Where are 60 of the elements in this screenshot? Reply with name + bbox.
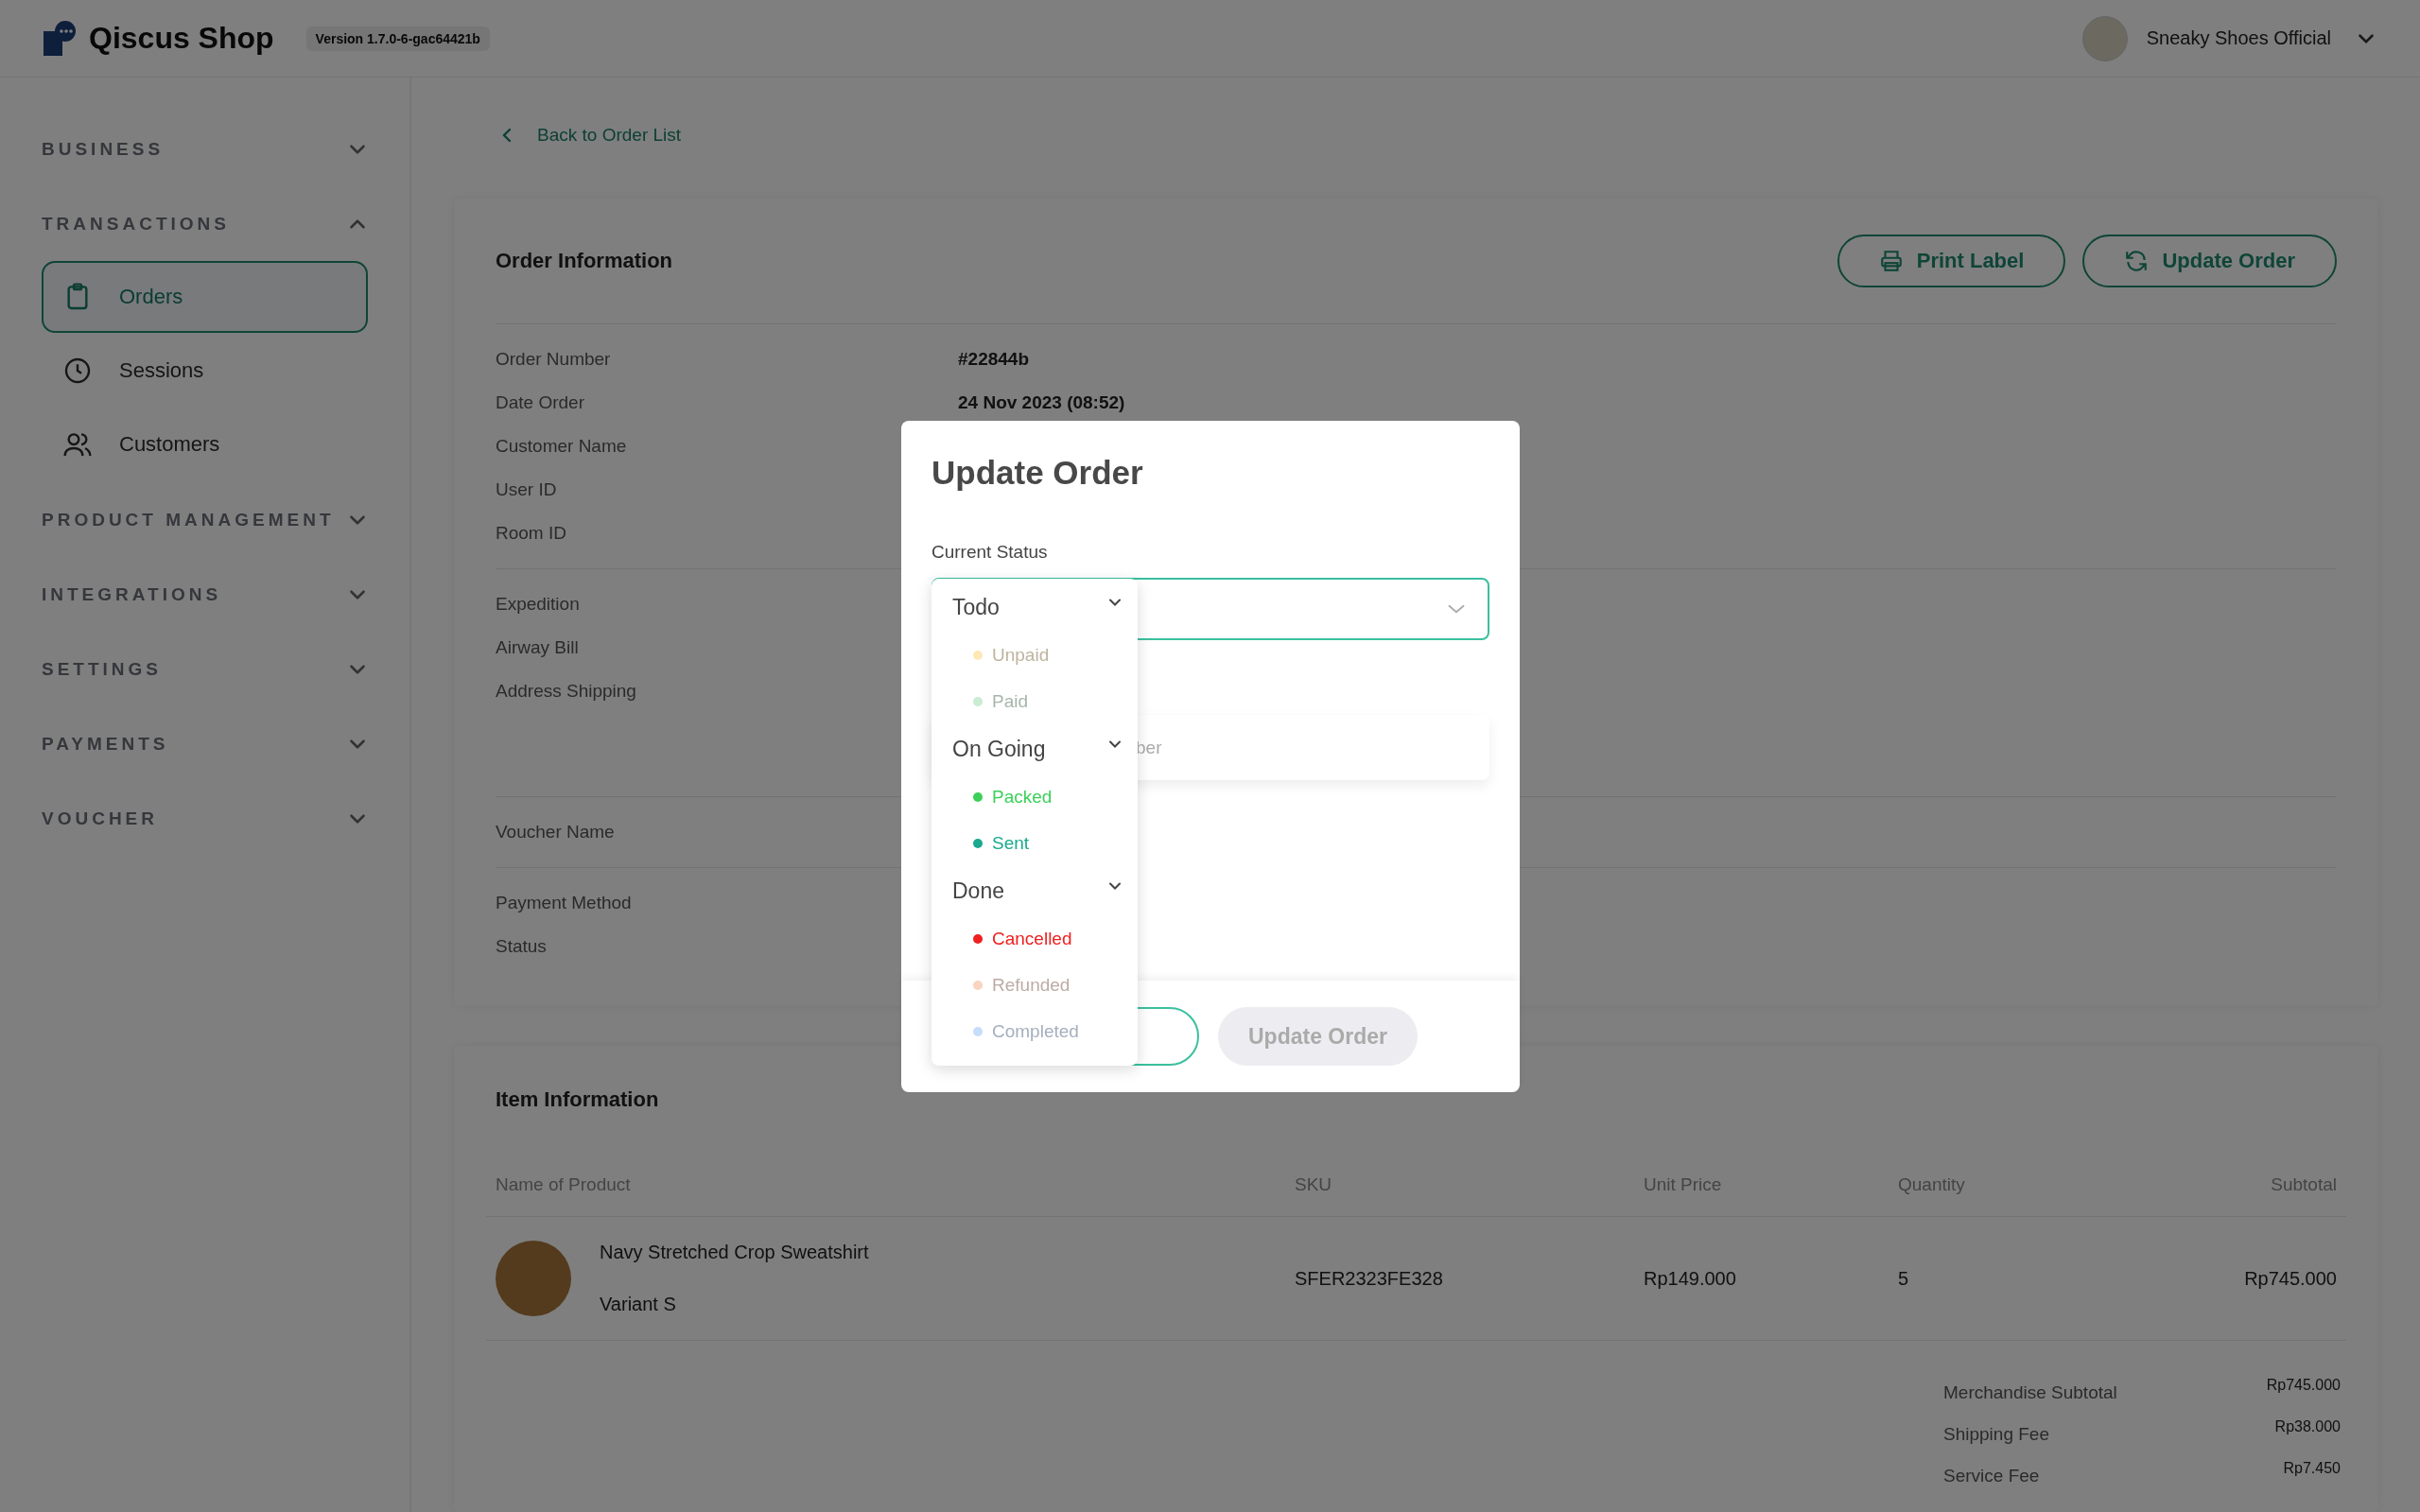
product-name: Navy Stretched Crop Sweatshirt [600,1242,869,1263]
printer-icon [1878,249,1904,273]
field-value: #22844b [958,349,1029,370]
dialog-title: Update Order [931,453,1144,493]
column-header: Quantity [1898,1174,1966,1195]
product-variant: Variant S [600,1294,677,1315]
summary-value: Rp7.450 [2282,1460,2341,1478]
sidebar-section[interactable]: VOUCHER [42,808,158,829]
field-label: Expedition [496,594,581,615]
sidebar-section[interactable]: PRODUCT MANAGEMENT [42,509,335,530]
summary-label: Shipping Fee [1943,1424,2050,1445]
sidebar-section[interactable]: INTEGRATIONS [42,583,222,605]
sidebar-item[interactable]: Sessions [42,335,368,407]
column-header: Unit Price [1644,1174,1723,1195]
field-label: Current Status [931,542,1049,563]
status-group[interactable]: Done [952,878,1004,904]
sidebar-section[interactable]: BUSINESS [42,138,165,160]
column-header: Subtotal [2270,1174,2337,1195]
summary-label: Service Fee [1943,1466,2041,1486]
field-label: Date Order [496,392,585,413]
field-value: 24 Nov 2023 (08:52) [958,392,1125,413]
column-header: Name of Product [496,1174,632,1195]
summary-value: Rp38.000 [2273,1418,2341,1436]
summary-value: Rp745.000 [2265,1377,2341,1395]
status-group[interactable]: On Going [952,736,1046,762]
field-label: Order Number [496,349,612,370]
field-label: User ID [496,479,558,500]
field-label: Voucher Name [496,822,616,843]
card-title: Order Information [496,249,672,273]
field-label: Room ID [496,523,567,544]
refresh-icon [2124,249,2150,273]
status-option[interactable]: Sent [992,832,1030,854]
back-link[interactable]: Back to Order List [537,125,682,146]
sidebar-section[interactable]: SETTINGS [42,658,162,680]
version-badge: Version 1.7.0-6-gac64421b [305,26,490,51]
table-cell-text: 5 [1898,1267,1910,1290]
sidebar-section[interactable]: TRANSACTIONS [42,213,230,235]
field-label: Status [496,936,548,957]
sidebar-item[interactable]: Customers [42,408,368,480]
column-header: SKU [1295,1174,1333,1195]
field-label: Customer Name [496,436,628,457]
card-title: Item Information [496,1087,659,1112]
field-label: Payment Method [496,893,633,913]
field-label: Address Shipping [496,681,637,702]
outline-button[interactable]: Print Label [1837,235,2066,287]
table-cell-text: SFER2323FE328 [1295,1267,1444,1290]
user-name[interactable]: Sneaky Shoes Official [2146,27,2331,49]
table-cell-text: Rp149.000 [1644,1267,1737,1290]
table-cell-text: Rp745.000 [2243,1267,2337,1290]
sidebar-section[interactable]: PAYMENTS [42,733,169,755]
sidebar-item[interactable]: Orders [42,261,368,333]
outline-button[interactable]: Update Order [2082,235,2337,287]
field-label: Airway Bill [496,637,580,658]
brand-name: Qiscus Shop [89,21,274,56]
clock-icon [62,356,93,386]
status-option[interactable]: Cancelled [992,928,1072,949]
status-group[interactable]: Todo [952,594,1000,620]
summary-label: Merchandise Subtotal [1943,1382,2118,1403]
status-option[interactable]: Packed [992,786,1053,808]
logo-icon [42,19,78,58]
